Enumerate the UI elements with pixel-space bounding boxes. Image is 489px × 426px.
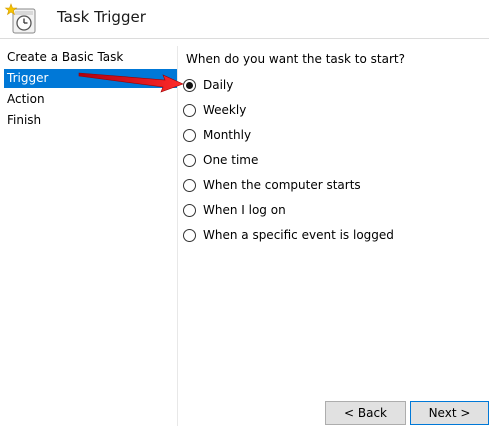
radio-weekly[interactable] [183, 103, 196, 117]
back-button[interactable]: < Back [325, 401, 406, 425]
sidebar-divider [177, 46, 178, 426]
header-divider [0, 38, 489, 39]
option-label: Monthly [203, 128, 252, 142]
sidebar-item-create-basic-task[interactable]: Create a Basic Task [4, 48, 177, 67]
option-daily[interactable]: Daily [183, 76, 233, 94]
red-arrow-annotation [78, 72, 184, 93]
option-weekly[interactable]: Weekly [183, 101, 246, 119]
wizard-steps-sidebar: Create a Basic Task Trigger Action Finis… [0, 46, 177, 426]
radio-one-time[interactable] [183, 153, 196, 167]
option-log-on[interactable]: When I log on [183, 201, 286, 219]
page-title: Task Trigger [57, 8, 146, 26]
option-label: Weekly [203, 103, 247, 117]
option-monthly[interactable]: Monthly [183, 126, 251, 144]
option-label: When the computer starts [203, 178, 361, 192]
radio-log-on[interactable] [183, 203, 196, 217]
trigger-question: When do you want the task to start? [186, 52, 405, 66]
option-event-logged[interactable]: When a specific event is logged [183, 226, 394, 244]
option-label: When I log on [203, 203, 286, 217]
option-computer-starts[interactable]: When the computer starts [183, 176, 361, 194]
radio-event-logged[interactable] [183, 228, 196, 242]
option-label: When a specific event is logged [203, 228, 394, 242]
next-button[interactable]: Next > [410, 401, 489, 425]
option-label: Daily [203, 78, 234, 92]
sidebar-item-finish[interactable]: Finish [4, 111, 177, 130]
wizard-header: Task Trigger [0, 0, 489, 38]
radio-monthly[interactable] [183, 128, 196, 142]
radio-computer-starts[interactable] [183, 178, 196, 192]
option-one-time[interactable]: One time [183, 151, 258, 169]
task-scheduler-icon [4, 3, 36, 34]
option-label: One time [203, 153, 259, 167]
